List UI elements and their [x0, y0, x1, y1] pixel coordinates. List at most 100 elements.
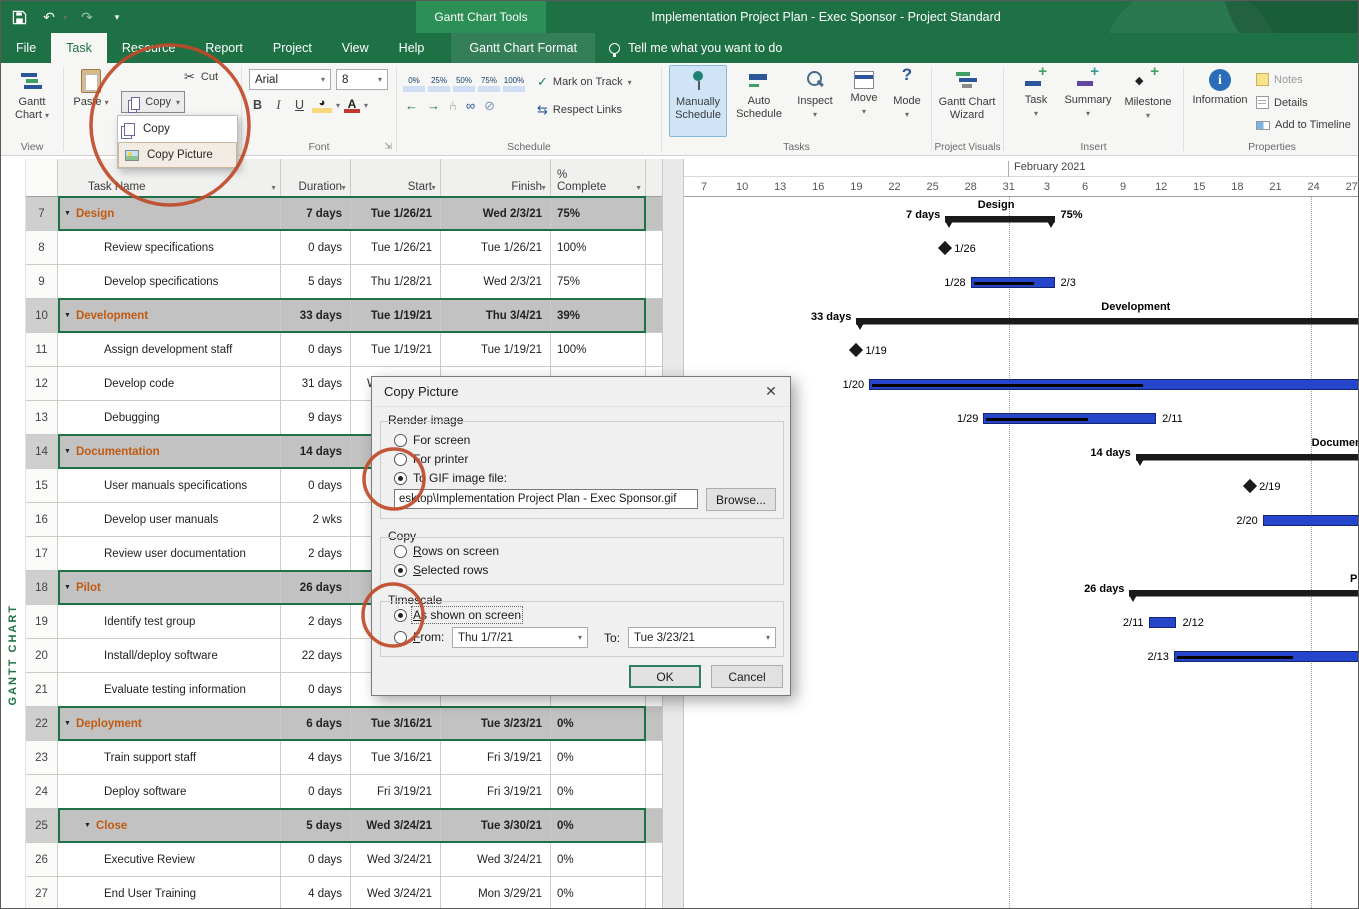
row-number-cell[interactable]: 22: [26, 707, 58, 740]
percent-complete-button[interactable]: 100%: [503, 75, 525, 92]
duration-cell[interactable]: 0 days: [281, 673, 351, 706]
gantt-chart-wizard-button[interactable]: Gantt ChartWizard: [937, 66, 997, 122]
timescale-to-combo[interactable]: Tue 3/23/21▾: [628, 627, 776, 648]
finish-cell[interactable]: Fri 3/19/21: [441, 741, 551, 774]
details-button[interactable]: Details: [1256, 96, 1308, 109]
empty-cell[interactable]: [646, 333, 662, 366]
percent-complete-cell[interactable]: 0%: [551, 741, 646, 774]
finish-cell[interactable]: Wed 3/24/21: [441, 843, 551, 876]
row-number-cell[interactable]: 11: [26, 333, 58, 366]
task-name-cell[interactable]: Train support staff: [58, 741, 281, 774]
mode-button[interactable]: ? Mode▾: [887, 65, 927, 121]
tab-task[interactable]: Task: [51, 33, 107, 63]
empty-cell[interactable]: [646, 843, 662, 876]
task-name-cell[interactable]: Identify test group: [58, 605, 281, 638]
radio-icon-selected[interactable]: [394, 472, 407, 485]
inspect-button[interactable]: Inspect▾: [791, 65, 839, 121]
percent-complete-cell[interactable]: 0%: [551, 877, 646, 909]
tab-help[interactable]: Help: [384, 33, 440, 63]
radio-selected-rows[interactable]: Selected rows: [394, 563, 488, 577]
duration-cell[interactable]: 22 days: [281, 639, 351, 672]
undo-dropdown-icon[interactable]: ▾: [63, 13, 67, 22]
percent-complete-button[interactable]: 0%: [403, 75, 425, 92]
empty-cell[interactable]: [646, 741, 662, 774]
duration-cell[interactable]: 0 days: [281, 333, 351, 366]
start-cell[interactable]: Tue 1/19/21: [351, 299, 441, 332]
row-number-cell[interactable]: 25: [26, 809, 58, 842]
task-name-cell[interactable]: ▼Deployment: [58, 707, 281, 740]
menu-item-copy[interactable]: Copy: [118, 116, 237, 142]
task-name-cell[interactable]: Evaluate testing information: [58, 673, 281, 706]
radio-timescale-from[interactable]: From:: [394, 630, 444, 644]
start-cell[interactable]: Tue 1/26/21: [351, 197, 441, 230]
duration-cell[interactable]: 0 days: [281, 231, 351, 264]
duration-cell[interactable]: 31 days: [281, 367, 351, 400]
gantt-summary-bar[interactable]: [1129, 590, 1359, 596]
duration-cell[interactable]: 2 days: [281, 537, 351, 570]
percent-complete-cell[interactable]: 0%: [551, 809, 646, 842]
finish-cell[interactable]: Mon 3/29/21: [441, 877, 551, 909]
percent-complete-cell[interactable]: 75%: [551, 197, 646, 230]
tell-me-box[interactable]: Tell me what you want to do: [595, 33, 796, 63]
radio-to-gif-image-file[interactable]: To GIF image file:: [394, 471, 507, 485]
radio-for-printer[interactable]: For printer: [394, 452, 468, 466]
font-size-combo[interactable]: 8▾: [336, 69, 388, 90]
table-row[interactable]: 9Develop specifications5 daysThu 1/28/21…: [26, 265, 662, 299]
font-color-dropdown-icon[interactable]: ▾: [364, 101, 368, 110]
radio-as-shown-on-screen[interactable]: As shown on screen: [394, 608, 521, 622]
background-color-dropdown-icon[interactable]: ▾: [336, 101, 340, 110]
finish-cell[interactable]: Wed 2/3/21: [441, 197, 551, 230]
start-cell[interactable]: Tue 3/16/21: [351, 741, 441, 774]
empty-cell[interactable]: [646, 265, 662, 298]
percent-complete-button[interactable]: 25%: [428, 75, 450, 92]
split-task-icon[interactable]: ⑃: [449, 99, 457, 113]
radio-icon-selected[interactable]: [394, 609, 407, 622]
empty-cell[interactable]: [646, 775, 662, 808]
gantt-task-bar[interactable]: [1263, 515, 1359, 526]
header-finish[interactable]: Finish▼: [441, 159, 551, 196]
table-row[interactable]: 23Train support staff4 daysTue 3/16/21Fr…: [26, 741, 662, 775]
radio-icon[interactable]: [394, 434, 407, 447]
finish-cell[interactable]: Thu 3/4/21: [441, 299, 551, 332]
finish-cell[interactable]: Tue 3/23/21: [441, 707, 551, 740]
respect-links-button[interactable]: ⇆ Respect Links: [537, 103, 622, 117]
notes-button[interactable]: Notes: [1256, 73, 1303, 86]
task-name-cell[interactable]: ▼Design: [58, 197, 281, 230]
save-icon[interactable]: [9, 7, 29, 27]
table-row[interactable]: 25▼Close5 daysWed 3/24/21Tue 3/30/210%: [26, 809, 662, 843]
tab-resource[interactable]: Resource: [107, 33, 191, 63]
collapse-triangle-icon[interactable]: ▼: [64, 720, 71, 727]
undo-icon[interactable]: ↶: [39, 7, 59, 27]
task-name-cell[interactable]: User manuals specifications: [58, 469, 281, 502]
table-row[interactable]: 22▼Deployment6 daysTue 3/16/21Tue 3/23/2…: [26, 707, 662, 741]
gantt-task-bar[interactable]: [971, 277, 1055, 288]
paste-button[interactable]: Paste ▾: [68, 66, 114, 109]
row-number-cell[interactable]: 16: [26, 503, 58, 536]
start-cell[interactable]: Fri 3/19/21: [351, 775, 441, 808]
tab-gantt-chart-format[interactable]: Gantt Chart Format: [451, 33, 595, 63]
empty-cell[interactable]: [646, 299, 662, 332]
empty-cell[interactable]: [646, 809, 662, 842]
row-number-cell[interactable]: 21: [26, 673, 58, 706]
row-number-cell[interactable]: 27: [26, 877, 58, 909]
table-row[interactable]: 24Deploy software0 daysFri 3/19/21Fri 3/…: [26, 775, 662, 809]
information-button[interactable]: i Information: [1192, 66, 1248, 107]
row-number-cell[interactable]: 7: [26, 197, 58, 230]
tab-file[interactable]: File: [1, 33, 51, 63]
empty-cell[interactable]: [646, 231, 662, 264]
percent-complete-cell[interactable]: 0%: [551, 775, 646, 808]
start-cell[interactable]: Thu 1/28/21: [351, 265, 441, 298]
collapse-triangle-icon[interactable]: ▼: [64, 584, 71, 591]
insert-summary-button[interactable]: Summary▾: [1060, 66, 1116, 120]
table-row[interactable]: 8Review specifications0 daysTue 1/26/21T…: [26, 231, 662, 265]
radio-icon[interactable]: [394, 545, 407, 558]
start-cell[interactable]: Tue 1/19/21: [351, 333, 441, 366]
font-color-button[interactable]: A: [344, 97, 360, 113]
start-cell[interactable]: Wed 3/24/21: [351, 877, 441, 909]
duration-cell[interactable]: 33 days: [281, 299, 351, 332]
milestone-diamond[interactable]: [938, 241, 952, 255]
row-number-cell[interactable]: 19: [26, 605, 58, 638]
radio-icon-selected[interactable]: [394, 564, 407, 577]
background-color-button[interactable]: ◕: [312, 97, 332, 113]
finish-cell[interactable]: Fri 3/19/21: [441, 775, 551, 808]
